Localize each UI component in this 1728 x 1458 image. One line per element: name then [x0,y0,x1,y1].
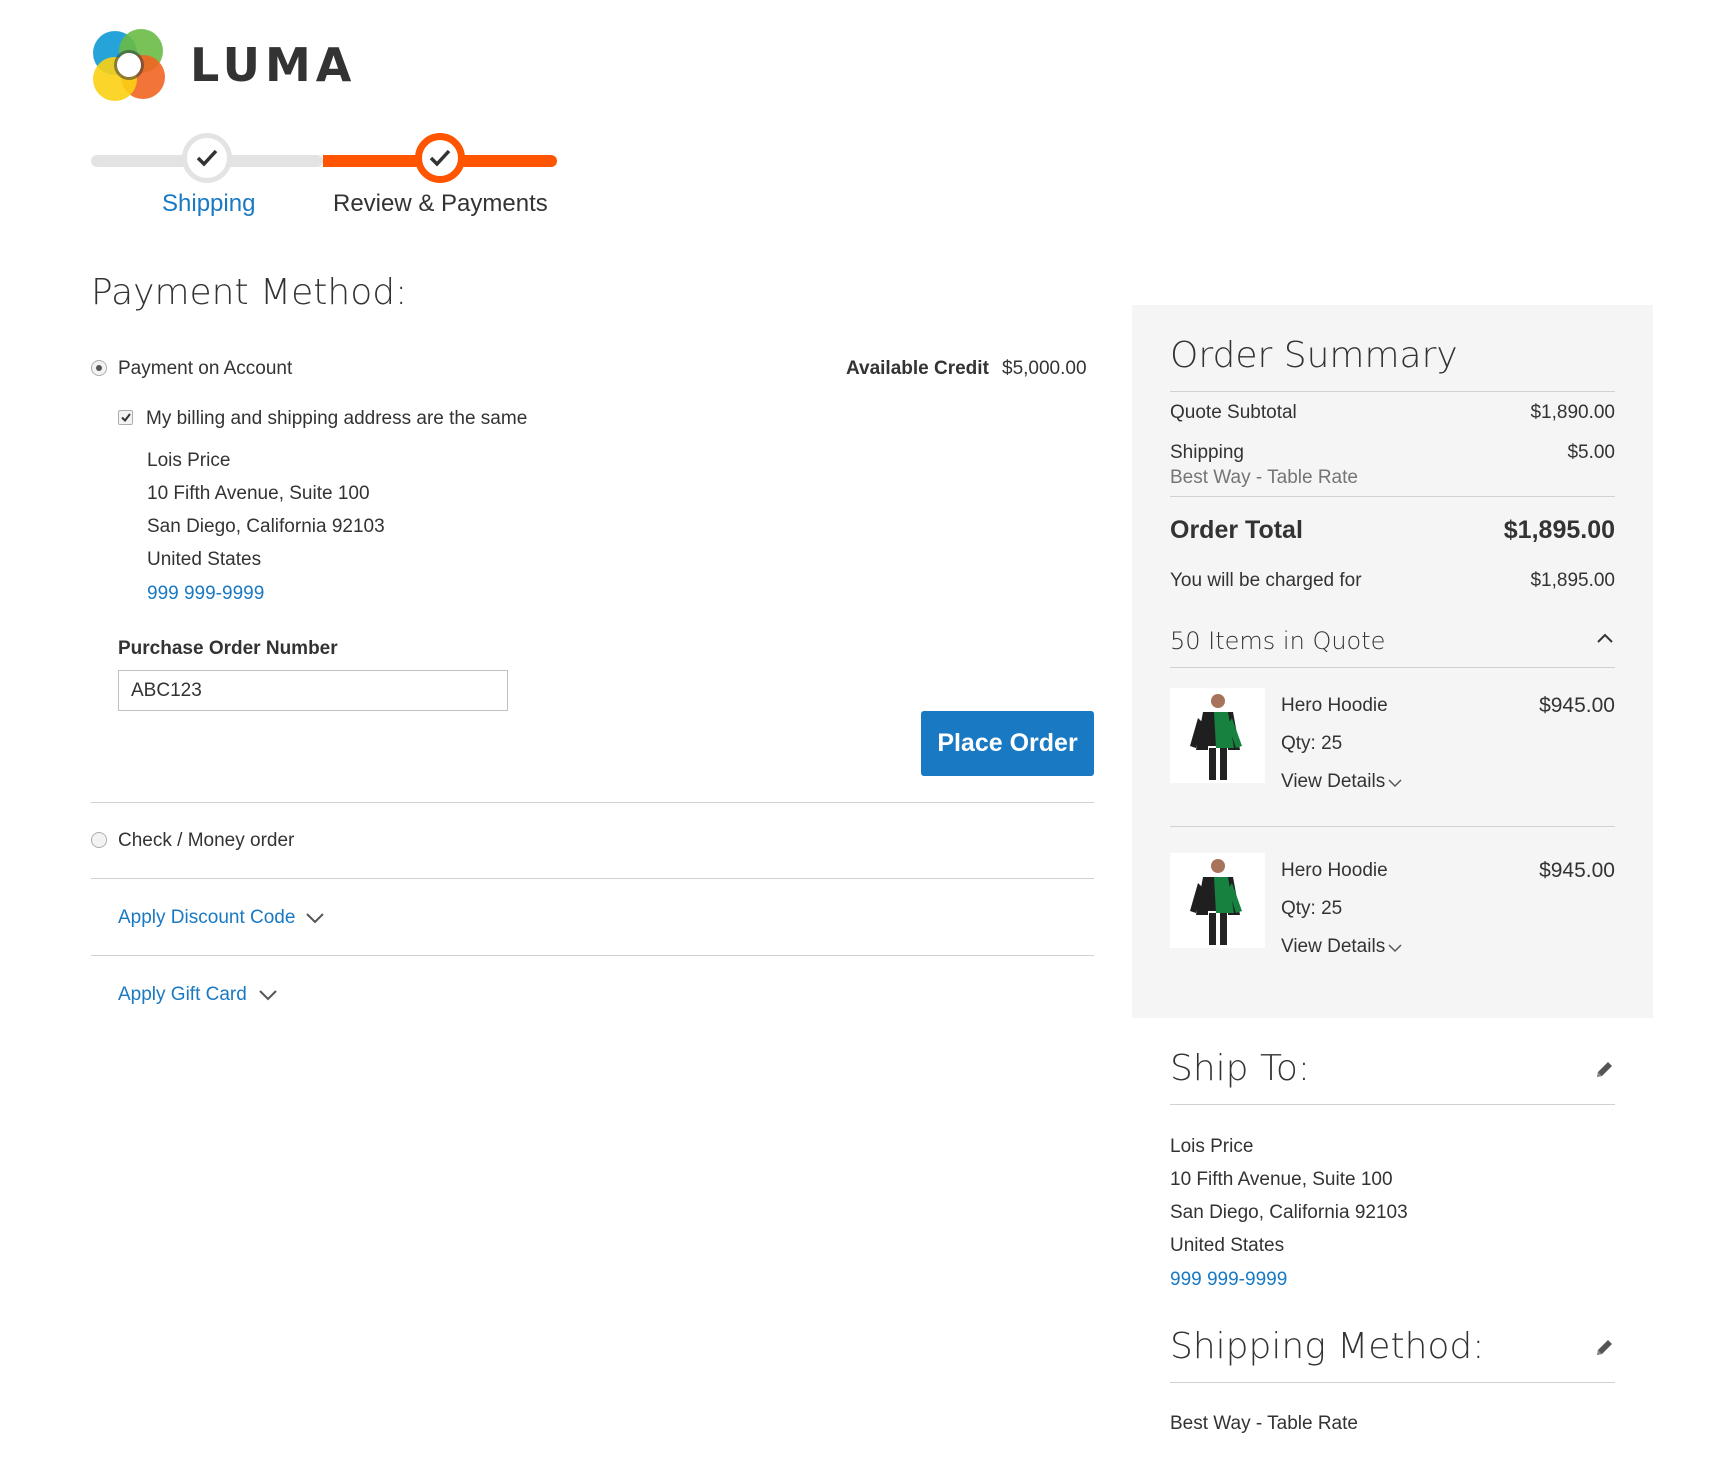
step-review-label: Review & Payments [333,190,548,217]
available-credit-label: Available Credit [846,358,989,379]
apply-gift-card-toggle[interactable]: Apply Gift Card [118,984,247,1006]
step-review-marker [415,133,465,183]
billing-phone-link[interactable]: 999 999-9999 [147,583,264,605]
brand-name: LUMA [190,38,357,92]
ship-to-street: 10 Fifth Avenue, Suite 100 [1170,1169,1393,1190]
chevron-up-icon[interactable] [1597,633,1613,643]
divider [1170,1104,1615,1105]
billing-name: Lois Price [147,450,231,471]
available-credit-value: $5,000.00 [1002,358,1087,379]
order-total-value: $1,895.00 [1503,516,1615,544]
shipping-method-name: Best Way - Table Rate [1170,467,1358,488]
shipping-method-title: Shipping Method: [1170,1326,1485,1367]
chevron-down-icon[interactable] [259,990,277,1001]
check-money-order-label[interactable]: Check / Money order [118,830,294,852]
view-details-toggle[interactable]: View Details [1281,771,1385,793]
item-qty: Qty: 25 [1281,733,1343,754]
quote-subtotal-label: Quote Subtotal [1170,402,1297,423]
divider [1170,496,1615,497]
divider [91,802,1094,803]
billing-country: United States [147,549,262,570]
ship-to-country: United States [1170,1235,1285,1256]
billing-city: San Diego, California 92103 [147,516,385,537]
divider [91,955,1094,956]
ship-to-city: San Diego, California 92103 [1170,1202,1408,1223]
hoodie-thumbnail-icon [1190,694,1242,780]
step-shipping-marker[interactable] [182,133,232,183]
chevron-down-icon[interactable] [1388,944,1402,953]
check-money-order-radio[interactable] [91,832,107,848]
po-number-label: Purchase Order Number [118,638,338,659]
divider [1170,826,1615,827]
product-image[interactable] [1170,853,1265,948]
quote-subtotal-value: $1,890.00 [1530,402,1615,423]
divider [91,878,1094,879]
billing-street: 10 Fifth Avenue, Suite 100 [147,483,370,504]
payment-on-account-radio[interactable] [91,360,107,376]
apply-discount-toggle[interactable]: Apply Discount Code [118,907,295,929]
payment-on-account-label[interactable]: Payment on Account [118,358,292,380]
chevron-down-icon[interactable] [306,913,324,924]
hoodie-thumbnail-icon [1190,859,1242,945]
ship-to-phone-link[interactable]: 999 999-9999 [1170,1269,1287,1291]
payment-method-title: Payment Method: [91,272,408,313]
divider [1170,1382,1615,1383]
pencil-icon[interactable] [1594,1060,1614,1080]
po-number-input[interactable] [118,670,508,711]
item-price: $945.00 [1539,694,1615,717]
pencil-icon[interactable] [1594,1338,1614,1358]
luma-logo-icon[interactable] [91,27,167,103]
shipping-value: $5.00 [1567,442,1615,463]
place-order-button[interactable]: Place Order [921,711,1094,776]
charged-label: You will be charged for [1170,570,1362,591]
chevron-down-icon[interactable] [1388,779,1402,788]
divider [1170,667,1615,668]
shipping-method-value: Best Way - Table Rate [1170,1413,1358,1434]
divider [1170,391,1615,392]
order-summary-title: Order Summary [1170,335,1458,376]
same-address-label[interactable]: My billing and shipping address are the … [146,408,527,430]
step-shipping-label[interactable]: Shipping [162,190,255,218]
ship-to-name: Lois Price [1170,1136,1254,1157]
items-in-quote-toggle[interactable]: 50 Items in Quote [1170,627,1385,655]
shipping-label: Shipping [1170,442,1244,463]
item-price: $945.00 [1539,859,1615,882]
check-icon [429,149,451,167]
ship-to-title: Ship To: [1170,1048,1310,1089]
item-qty: Qty: 25 [1281,898,1343,919]
item-name: Hero Hoodie [1281,860,1388,881]
charged-value: $1,895.00 [1530,570,1615,591]
check-icon [196,149,218,167]
item-name: Hero Hoodie [1281,695,1388,716]
product-image[interactable] [1170,688,1265,783]
check-icon [120,413,131,422]
order-total-label: Order Total [1170,516,1303,544]
view-details-toggle[interactable]: View Details [1281,936,1385,958]
same-address-checkbox[interactable] [118,410,133,425]
